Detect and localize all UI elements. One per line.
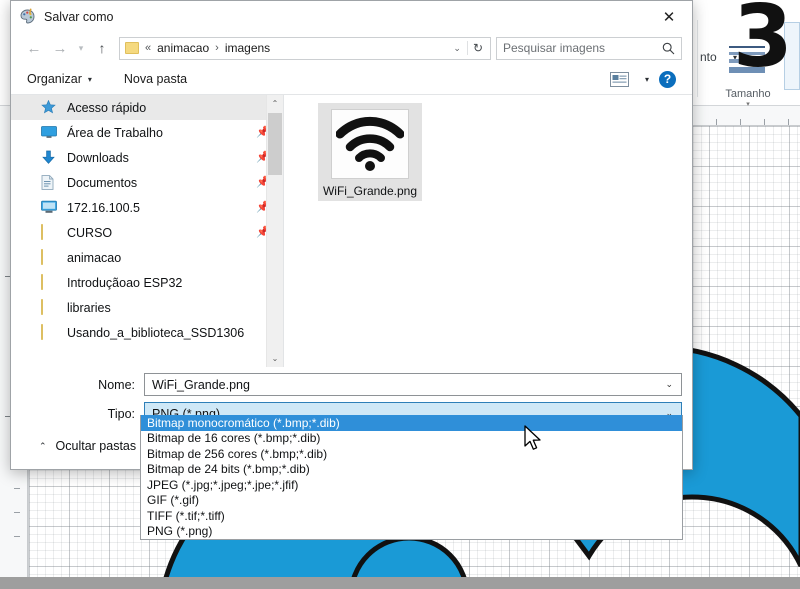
- search-input[interactable]: Pesquisar imagens: [503, 41, 662, 55]
- folder-icon: [41, 224, 58, 240]
- dropdown-option[interactable]: Bitmap de 16 cores (*.bmp;*.dib): [141, 431, 682, 447]
- command-bar: Organizar ▾ Nova pasta ▾ ?: [11, 64, 692, 95]
- command-bar-right: ▾ ?: [609, 70, 676, 88]
- dropdown-option[interactable]: JPEG (*.jpg;*.jpeg;*.jpe;*.jfif): [141, 477, 682, 493]
- chevron-down-icon[interactable]: ⌄: [665, 379, 677, 390]
- download-arrow-icon: [41, 150, 58, 165]
- sidebar-item-acesso-rapido[interactable]: Acesso rápido: [11, 95, 283, 120]
- sidebar-item-label: libraries: [67, 300, 111, 315]
- organize-button[interactable]: Organizar ▾: [27, 72, 92, 86]
- desktop-icon: [41, 125, 58, 140]
- filename-input[interactable]: WiFi_Grande.png ⌄: [144, 373, 682, 396]
- sidebar-item-label: animacao: [67, 250, 122, 265]
- sidebar-item-downloads[interactable]: Downloads 📌: [11, 145, 283, 170]
- sidebar-item-label: Área de Trabalho: [67, 125, 163, 140]
- breadcrumb-separator: ›: [215, 42, 219, 54]
- sidebar-item-label: Acesso rápido: [67, 100, 147, 115]
- document-icon: [41, 175, 58, 190]
- folder-icon: [41, 299, 58, 315]
- dropdown-option[interactable]: Bitmap monocromático (*.bmp;*.dib): [141, 415, 682, 431]
- breadcrumb-animacao[interactable]: animacao: [157, 41, 209, 55]
- sidebar-item-area-de-trabalho[interactable]: Área de Trabalho 📌: [11, 120, 283, 145]
- hide-folders-button[interactable]: ⌃ Ocultar pastas: [39, 439, 136, 453]
- breadcrumb-imagens[interactable]: imagens: [225, 41, 270, 55]
- back-button[interactable]: ←: [21, 35, 47, 61]
- organize-label: Organizar: [27, 72, 82, 86]
- sidebar-item-curso[interactable]: CURSO 📌: [11, 220, 283, 245]
- sidebar-item-label: Downloads: [67, 150, 129, 165]
- paint-status-bar: [0, 577, 800, 589]
- hide-folders-label: Ocultar pastas: [55, 439, 137, 453]
- scroll-up-icon[interactable]: ⌃: [267, 95, 283, 112]
- file-item-wifi-grande[interactable]: WiFi_Grande.png: [318, 103, 422, 201]
- sidebar-item-172-16-100-5[interactable]: 172.16.100.5 📌: [11, 195, 283, 220]
- file-name-label: WiFi_Grande.png: [322, 184, 418, 198]
- sidebar-item-animacao[interactable]: animacao: [11, 245, 283, 270]
- dropdown-option[interactable]: Bitmap de 24 bits (*.bmp;*.dib): [141, 462, 682, 478]
- sidebar-item-label: Usando_a_biblioteca_SSD1306: [67, 325, 245, 340]
- sidebar-item-label: Documentos: [67, 175, 138, 190]
- network-pc-icon: [41, 200, 58, 215]
- view-mode-caret-icon[interactable]: ▾: [645, 75, 649, 84]
- dropdown-option[interactable]: GIF (*.gif): [141, 493, 682, 509]
- chevron-down-icon[interactable]: ⌄: [447, 43, 467, 54]
- search-icon[interactable]: [662, 42, 675, 55]
- up-button[interactable]: ↑: [89, 35, 115, 61]
- filename-value: WiFi_Grande.png: [152, 377, 250, 392]
- help-button[interactable]: ?: [659, 70, 676, 88]
- mouse-cursor: [524, 425, 544, 458]
- ribbon-divider: [697, 20, 698, 97]
- annotation-step-number: 3: [733, 0, 793, 87]
- address-bar[interactable]: « animacao › imagens ⌄ ↻: [119, 36, 491, 60]
- new-folder-button[interactable]: Nova pasta: [124, 72, 187, 86]
- star-icon: [41, 99, 58, 115]
- scroll-down-icon[interactable]: ⌄: [267, 350, 283, 367]
- wifi-icon: [336, 116, 404, 171]
- dropdown-option[interactable]: TIFF (*.tif;*.tiff): [141, 508, 682, 524]
- sidebar-item-label: CURSO: [67, 225, 113, 240]
- breadcrumb-prefix: «: [145, 42, 152, 54]
- chevron-up-icon: ⌃: [39, 440, 47, 451]
- file-thumbnail: [331, 109, 409, 179]
- dialog-body: Acesso rápido Área de Trabalho 📌 Downloa…: [11, 95, 692, 367]
- sidebar-item-label: 172.16.100.5: [67, 200, 140, 215]
- file-list-pane[interactable]: WiFi_Grande.png: [284, 95, 692, 367]
- sidebar-item-usando-a-biblioteca-ssd1306[interactable]: Usando_a_biblioteca_SSD1306: [11, 320, 283, 345]
- chevron-down-icon: ▾: [87, 74, 92, 84]
- ribbon-truncated-label: nto: [700, 50, 717, 64]
- sidebar-item-introducao-esp32[interactable]: Introduçãoao ESP32: [11, 270, 283, 295]
- folder-icon: [41, 324, 58, 340]
- sidebar-item-label: Introduçãoao ESP32: [67, 275, 183, 290]
- sidebar-item-documentos[interactable]: Documentos 📌: [11, 170, 283, 195]
- navigation-bar: ← → ▾ ↑ « animacao › imagens ⌄ ↻ Pesquis…: [11, 32, 692, 64]
- refresh-icon[interactable]: ↻: [466, 41, 488, 55]
- name-field-label: Nome:: [98, 377, 135, 392]
- sidebar-item-libraries[interactable]: libraries: [11, 295, 283, 320]
- type-field-label: Tipo:: [107, 406, 135, 421]
- nav-pane-scrollbar[interactable]: ⌃ ⌄: [266, 95, 283, 367]
- paint-palette-icon: [19, 8, 36, 25]
- ribbon-group-label-tamanho: Tamanho: [725, 88, 771, 100]
- view-mode-icon[interactable]: [609, 71, 629, 87]
- folder-icon: [41, 249, 58, 265]
- dialog-title-bar[interactable]: Salvar como ✕: [11, 1, 692, 32]
- close-icon[interactable]: ✕: [646, 1, 692, 32]
- folder-icon: [41, 274, 58, 290]
- scrollbar-thumb[interactable]: [268, 113, 282, 175]
- filetype-dropdown-list[interactable]: Bitmap monocromático (*.bmp;*.dib) Bitma…: [140, 415, 683, 540]
- navigation-pane: Acesso rápido Área de Trabalho 📌 Downloa…: [11, 95, 283, 367]
- save-as-dialog: Salvar como ✕ ← → ▾ ↑ « animacao › image…: [10, 0, 693, 470]
- search-box[interactable]: Pesquisar imagens: [496, 36, 682, 60]
- dialog-title: Salvar como: [44, 9, 114, 24]
- forward-button[interactable]: →: [47, 35, 73, 61]
- dropdown-option[interactable]: Bitmap de 256 cores (*.bmp;*.dib): [141, 446, 682, 462]
- name-field-row: Nome: WiFi_Grande.png ⌄: [11, 372, 692, 397]
- folder-icon: [125, 42, 139, 54]
- history-dropdown-button[interactable]: ▾: [73, 35, 89, 61]
- dropdown-option[interactable]: PNG (*.png): [141, 524, 682, 540]
